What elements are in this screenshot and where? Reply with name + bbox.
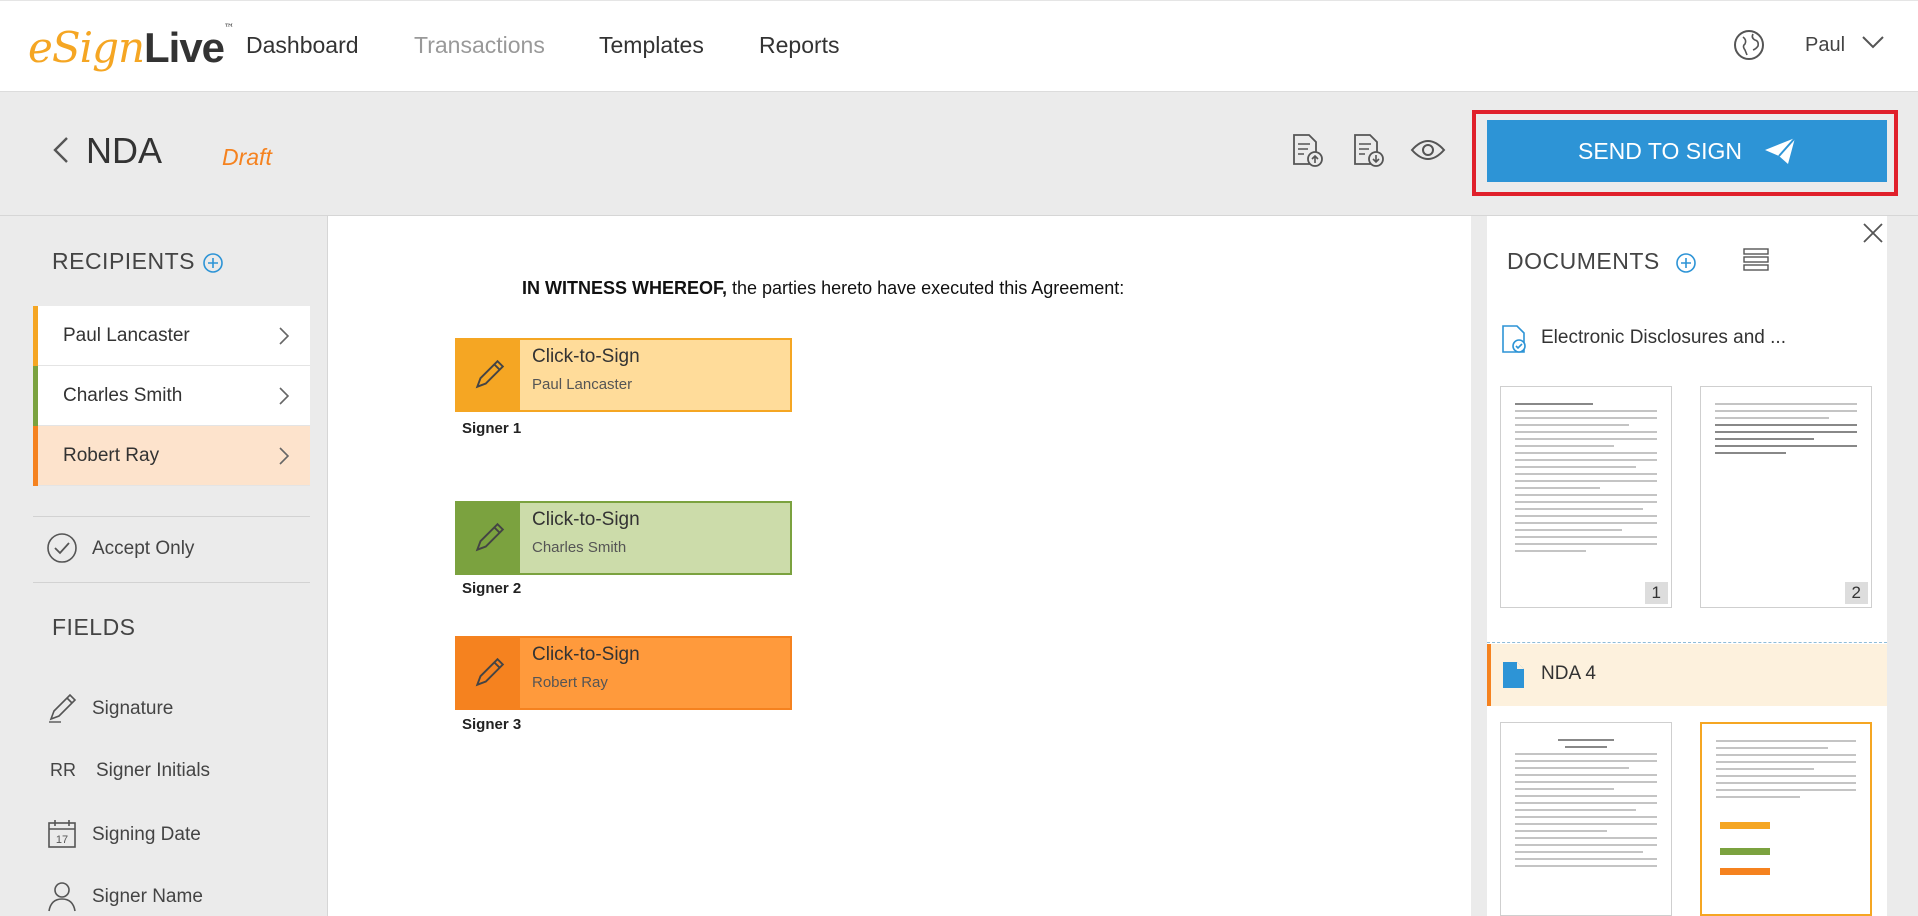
nav-transactions[interactable]: Transactions xyxy=(414,32,545,59)
signer-label: Signer 1 xyxy=(462,420,522,437)
pen-icon xyxy=(457,503,520,573)
left-sidebar: RECIPIENTS Paul Lancaster Charles Smith … xyxy=(0,216,328,916)
send-to-sign-label: SEND TO SIGN xyxy=(1577,137,1743,164)
send-to-sign-button[interactable]: SEND TO SIGN xyxy=(1487,120,1887,182)
pen-icon xyxy=(49,693,77,723)
status-badge: Draft xyxy=(222,144,272,170)
document-name: NDA 4 xyxy=(1541,663,1596,684)
document-name: Electronic Disclosures and ... xyxy=(1541,327,1786,348)
calendar-icon: 17 xyxy=(48,820,76,848)
add-recipient-icon[interactable] xyxy=(202,252,224,274)
pen-icon xyxy=(457,638,520,708)
esignlive-logo[interactable]: eSignLive™ xyxy=(28,23,234,72)
thumbnail-text xyxy=(1515,739,1657,872)
chevron-right-icon xyxy=(279,447,290,465)
signer-initials-label: Signer Initials xyxy=(96,760,211,781)
paper-plane-icon xyxy=(1765,137,1796,164)
person-icon xyxy=(48,882,76,912)
initials-icon: RR xyxy=(50,760,76,780)
click-to-sign-label: Click-to-Sign xyxy=(532,644,640,665)
list-view-icon[interactable] xyxy=(1743,248,1769,272)
transaction-header: NDA Draft SEND TO SIGN xyxy=(0,92,1918,216)
witness-clause: IN WITNESS WHEREOF, the parties hereto h… xyxy=(522,278,1125,298)
recipient-item[interactable]: Charles Smith xyxy=(33,366,310,426)
preview-eye-icon[interactable] xyxy=(1410,132,1446,168)
pen-icon xyxy=(457,340,520,410)
upload-document-icon[interactable] xyxy=(1289,132,1325,168)
drop-indicator xyxy=(1487,642,1887,643)
signature-box[interactable]: Click-to-Sign Charles Smith xyxy=(455,501,792,575)
signature-marker xyxy=(1720,848,1770,855)
disclosure-document-icon xyxy=(1502,325,1526,353)
accept-only-label: Accept Only xyxy=(92,538,195,559)
click-to-sign-label: Click-to-Sign xyxy=(532,509,640,530)
globe-icon[interactable] xyxy=(1733,29,1765,61)
recipient-color-bar xyxy=(33,426,38,486)
chevron-down-icon[interactable] xyxy=(1862,35,1884,49)
divider xyxy=(33,516,310,517)
check-circle-icon xyxy=(47,533,77,563)
thumbnail-text xyxy=(1515,403,1657,557)
recipient-name: Paul Lancaster xyxy=(63,325,190,346)
panel-edge xyxy=(1887,216,1918,916)
close-icon[interactable] xyxy=(1862,222,1884,244)
thumbnail-text xyxy=(1715,403,1857,459)
signer-name: Charles Smith xyxy=(532,539,627,556)
chevron-right-icon xyxy=(279,327,290,345)
click-to-sign-label: Click-to-Sign xyxy=(532,346,640,367)
nav-dashboard[interactable]: Dashboard xyxy=(246,32,359,59)
signer-name: Paul Lancaster xyxy=(532,376,633,393)
document-canvas: IN WITNESS WHEREOF, the parties hereto h… xyxy=(329,216,1471,916)
signature-box[interactable]: Click-to-Sign Paul Lancaster xyxy=(455,338,792,412)
document-icon xyxy=(1503,662,1524,688)
page-thumbnail-selected[interactable] xyxy=(1700,722,1872,916)
user-menu-name[interactable]: Paul xyxy=(1805,34,1845,57)
signer-label: Signer 3 xyxy=(462,716,522,733)
signer-label: Signer 2 xyxy=(462,580,522,597)
page-thumbnail[interactable]: 2 xyxy=(1700,386,1872,608)
nav-templates[interactable]: Templates xyxy=(599,32,704,59)
recipient-color-bar xyxy=(33,306,38,366)
recipients-heading: RECIPIENTS xyxy=(52,248,196,274)
page-thumbnail[interactable]: 1 xyxy=(1500,386,1672,608)
top-navigation-bar: eSignLive™ Dashboard Transactions Templa… xyxy=(0,0,1918,92)
nav-reports[interactable]: Reports xyxy=(759,32,840,59)
signature-marker xyxy=(1720,822,1770,829)
page-number: 2 xyxy=(1844,582,1868,604)
thumbnail-text xyxy=(1716,740,1856,803)
back-arrow-icon[interactable] xyxy=(52,136,70,164)
signature-box[interactable]: Click-to-Sign Robert Ray xyxy=(455,636,792,710)
documents-heading: DOCUMENTS xyxy=(1507,248,1660,274)
calendar-day: 17 xyxy=(56,834,68,846)
transaction-title: NDA xyxy=(86,130,163,171)
signer-name-label: Signer Name xyxy=(92,886,203,907)
chevron-right-icon xyxy=(279,387,290,405)
document-item-selected[interactable]: NDA 4 xyxy=(1487,644,1887,706)
add-document-icon[interactable] xyxy=(1675,252,1697,274)
download-document-icon[interactable] xyxy=(1350,132,1386,168)
fields-heading: FIELDS xyxy=(52,614,136,640)
recipient-name: Charles Smith xyxy=(63,385,183,406)
recipient-color-bar xyxy=(33,366,38,426)
signature-marker xyxy=(1720,868,1770,875)
selection-bar xyxy=(1487,644,1491,706)
divider xyxy=(33,582,310,583)
panel-gutter xyxy=(1471,216,1487,916)
recipient-item-selected[interactable]: Robert Ray xyxy=(33,426,310,486)
recipient-name: Robert Ray xyxy=(63,445,160,466)
signature-label: Signature xyxy=(92,698,174,719)
signing-date-label: Signing Date xyxy=(92,824,201,845)
page-thumbnail[interactable] xyxy=(1500,722,1672,916)
page-number: 1 xyxy=(1644,582,1668,604)
document-item[interactable]: Electronic Disclosures and ... xyxy=(1487,308,1887,370)
signer-name: Robert Ray xyxy=(532,674,608,691)
recipient-item[interactable]: Paul Lancaster xyxy=(33,306,310,366)
